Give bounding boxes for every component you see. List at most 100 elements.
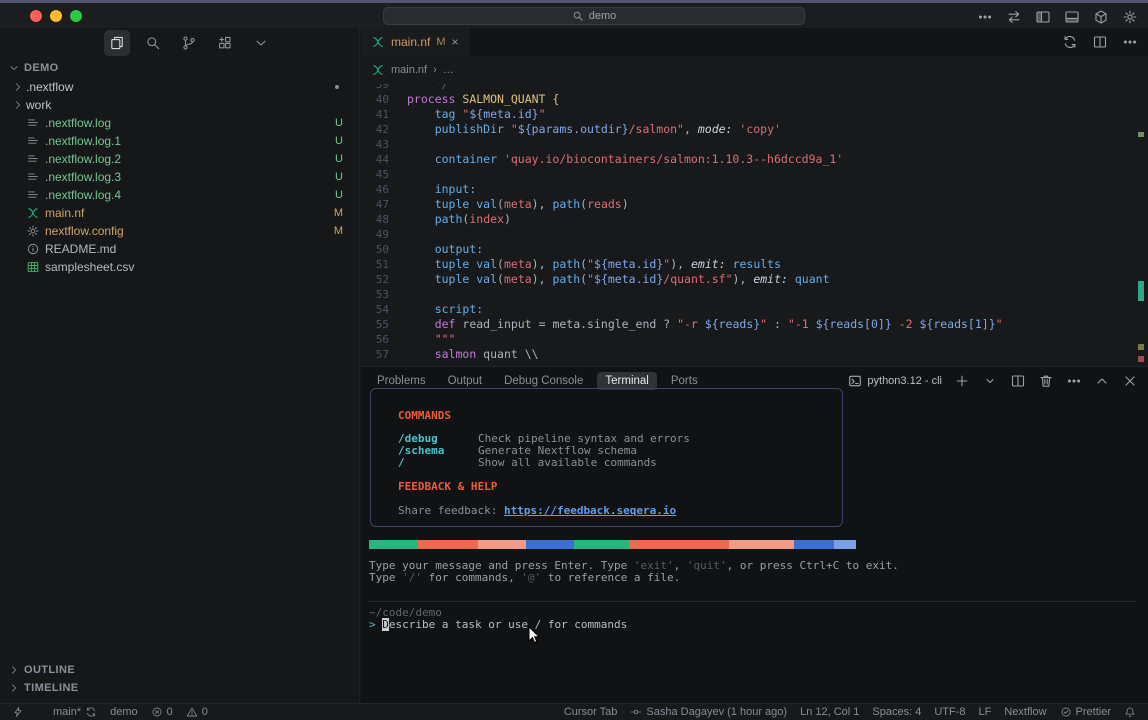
explorer-section-header[interactable]: DEMO (8, 62, 59, 74)
file-README.md[interactable]: README.md (0, 240, 359, 258)
plus-icon[interactable] (954, 373, 970, 389)
more-icon[interactable] (1066, 373, 1082, 389)
statusbar-item-0[interactable]: 0 (151, 706, 173, 718)
code-line-53[interactable]: 53 (361, 287, 1148, 302)
code-line-54[interactable]: 54 script: (361, 302, 1148, 317)
layout-sidebar-icon[interactable] (1035, 9, 1051, 25)
terminal-content[interactable]: COMMANDS /debugCheck pipeline syntax and… (361, 394, 1148, 703)
panel-tab-terminal[interactable]: Terminal (597, 372, 656, 390)
panel-tab-output[interactable]: Output (440, 372, 491, 390)
panel-tab-ports[interactable]: Ports (663, 372, 706, 390)
more-icon[interactable] (977, 9, 993, 25)
split-editor-icon[interactable] (1092, 34, 1108, 50)
chevron-up-icon[interactable] (1094, 373, 1110, 389)
panel-tab-problems[interactable]: Problems (369, 372, 434, 390)
statusbar-item-sasha-dagayev-1-hour-ago[interactable]: Sasha Dagayev (1 hour ago) (630, 706, 787, 718)
terminal-instance-label[interactable]: python3.12 - cli (848, 374, 942, 388)
activity-source-control-button[interactable] (176, 30, 202, 56)
activity-chevron-down-button[interactable] (248, 30, 274, 56)
code-token: val (476, 197, 497, 212)
code-line-43[interactable]: 43 (361, 137, 1148, 152)
folder-work[interactable]: work (0, 96, 359, 114)
code-line-47[interactable]: 47 tuple val(meta), path(reads) (361, 197, 1148, 212)
close-window-button[interactable] (30, 10, 42, 22)
code-line-42[interactable]: 42 publishDir "${params.outdir}/salmon",… (361, 122, 1148, 137)
swap-arrows-icon[interactable] (1006, 9, 1022, 25)
statusbar-item-0[interactable]: 0 (186, 706, 208, 718)
activity-search-button[interactable] (140, 30, 166, 56)
run-cycle-icon[interactable] (1062, 34, 1078, 50)
code-line-50[interactable]: 50 output: (361, 242, 1148, 257)
file-.nextflow.log.4[interactable]: .nextflow.log.4U (0, 186, 359, 204)
code-line-52[interactable]: 52 tuple val(meta), path("${meta.id}/qua… (361, 272, 1148, 287)
prompt-placeholder[interactable]: Describe a task or use / for commands (382, 618, 627, 631)
statusbar-item-spaces-4[interactable]: Spaces: 4 (872, 706, 921, 718)
layout-panel-icon[interactable] (1064, 9, 1080, 25)
sidebar-section-timeline[interactable]: TIMELINE (0, 679, 359, 697)
code-token (407, 347, 435, 362)
statusbar-item-ln-12-col-1[interactable]: Ln 12, Col 1 (800, 706, 859, 718)
minimize-window-button[interactable] (50, 10, 62, 22)
trash-icon[interactable] (1038, 373, 1054, 389)
command-center-search[interactable]: demo (383, 7, 805, 25)
color-bar-segment (478, 540, 526, 549)
settings-gear-icon[interactable] (1122, 9, 1138, 25)
close-icon[interactable] (1122, 373, 1138, 389)
code-token: ( (580, 197, 587, 212)
statusbar-item-main[interactable]: main* (37, 706, 97, 718)
file-main.nf[interactable]: main.nfM (0, 204, 359, 222)
file-.nextflow.log[interactable]: .nextflow.logU (0, 114, 359, 132)
activity-extensions-button[interactable] (212, 30, 238, 56)
code-token (407, 84, 435, 92)
zoom-window-button[interactable] (70, 10, 82, 22)
code-line-49[interactable]: 49 (361, 227, 1148, 242)
feedback-link[interactable]: https://feedback.seqera.io (504, 504, 676, 517)
overview-ruler-mark (1138, 356, 1144, 362)
hint-text: to reference a file. (541, 571, 680, 584)
code-lines: 39 */40process SALMON_QUANT {41 tag "${m… (361, 84, 1148, 362)
cube-icon[interactable] (1093, 9, 1109, 25)
code-line-39[interactable]: 39 */ (361, 84, 1148, 92)
code-line-57[interactable]: 57 salmon quant \\ (361, 347, 1148, 362)
code-line-55[interactable]: 55 def read_input = meta.single_end ? "-… (361, 317, 1148, 332)
statusbar-item-demo[interactable]: demo (110, 706, 138, 718)
more-icon[interactable] (1122, 34, 1138, 50)
panel-tab-debug-console[interactable]: Debug Console (496, 372, 591, 390)
file-.nextflow.log.2[interactable]: .nextflow.log.2U (0, 150, 359, 168)
code-line-48[interactable]: 48 path(index) (361, 212, 1148, 227)
statusbar-item-lf[interactable]: LF (979, 706, 992, 718)
code-line-45[interactable]: 45 (361, 167, 1148, 182)
statusbar-item-cursor-tab[interactable]: Cursor Tab (564, 706, 618, 718)
tab-close-icon[interactable]: × (452, 35, 459, 49)
activity-files-button[interactable] (104, 30, 130, 56)
folder-.nextflow[interactable]: .nextflow (0, 78, 359, 96)
cli-command-desc: Show all available commands (478, 457, 657, 469)
code-viewport[interactable]: 39 */40process SALMON_QUANT {41 tag "${m… (361, 84, 1148, 366)
cli-prompt[interactable]: > Describe a task or use / for commands (369, 618, 627, 631)
statusbar-item-nextflow[interactable]: Nextflow (1004, 706, 1046, 718)
statusbar-item-bell[interactable] (1124, 706, 1136, 718)
code-line-51[interactable]: 51 tuple val(meta), path("${meta.id}"), … (361, 257, 1148, 272)
breadcrumb[interactable]: main.nf › … (361, 56, 1148, 84)
statusbar-item-utf-8[interactable]: UTF-8 (934, 706, 965, 718)
color-bar-segment (629, 540, 729, 549)
hint-text: '@' (521, 571, 541, 584)
sidebar-section-outline[interactable]: OUTLINE (0, 661, 359, 679)
statusbar-item-lightning[interactable] (12, 706, 24, 718)
statusbar-label: Prettier (1076, 706, 1111, 718)
code-line-40[interactable]: 40process SALMON_QUANT { (361, 92, 1148, 107)
tab-main-nf[interactable]: main.nf M × (361, 28, 469, 56)
code-line-41[interactable]: 41 tag "${meta.id}" (361, 107, 1148, 122)
code-line-46[interactable]: 46 input: (361, 182, 1148, 197)
file-nextflow.config[interactable]: nextflow.configM (0, 222, 359, 240)
breadcrumb-file[interactable]: main.nf (391, 64, 427, 76)
file-.nextflow.log.1[interactable]: .nextflow.log.1U (0, 132, 359, 150)
split-editor-icon[interactable] (1010, 373, 1026, 389)
statusbar-item-prettier[interactable]: Prettier (1060, 706, 1111, 718)
code-line-44[interactable]: 44 container 'quay.io/biocontainers/salm… (361, 152, 1148, 167)
breadcrumb-more[interactable]: … (443, 64, 454, 76)
chevron-down-sm-icon[interactable] (982, 373, 998, 389)
code-line-56[interactable]: 56 """ (361, 332, 1148, 347)
file-samplesheet.csv[interactable]: samplesheet.csv (0, 258, 359, 276)
file-.nextflow.log.3[interactable]: .nextflow.log.3U (0, 168, 359, 186)
